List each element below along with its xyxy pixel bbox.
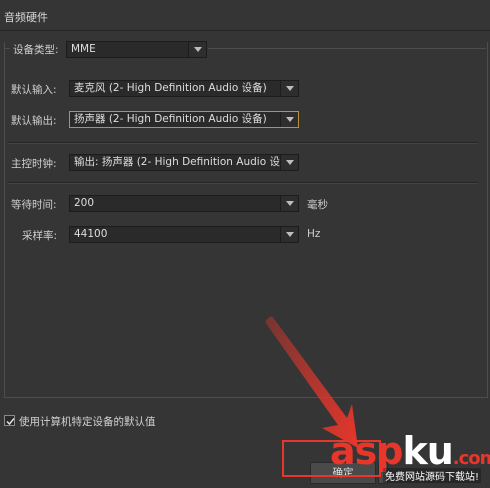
watermark-subtitle: 免费网站源码下载站! bbox=[383, 468, 482, 483]
annotation-arrow bbox=[265, 316, 358, 448]
